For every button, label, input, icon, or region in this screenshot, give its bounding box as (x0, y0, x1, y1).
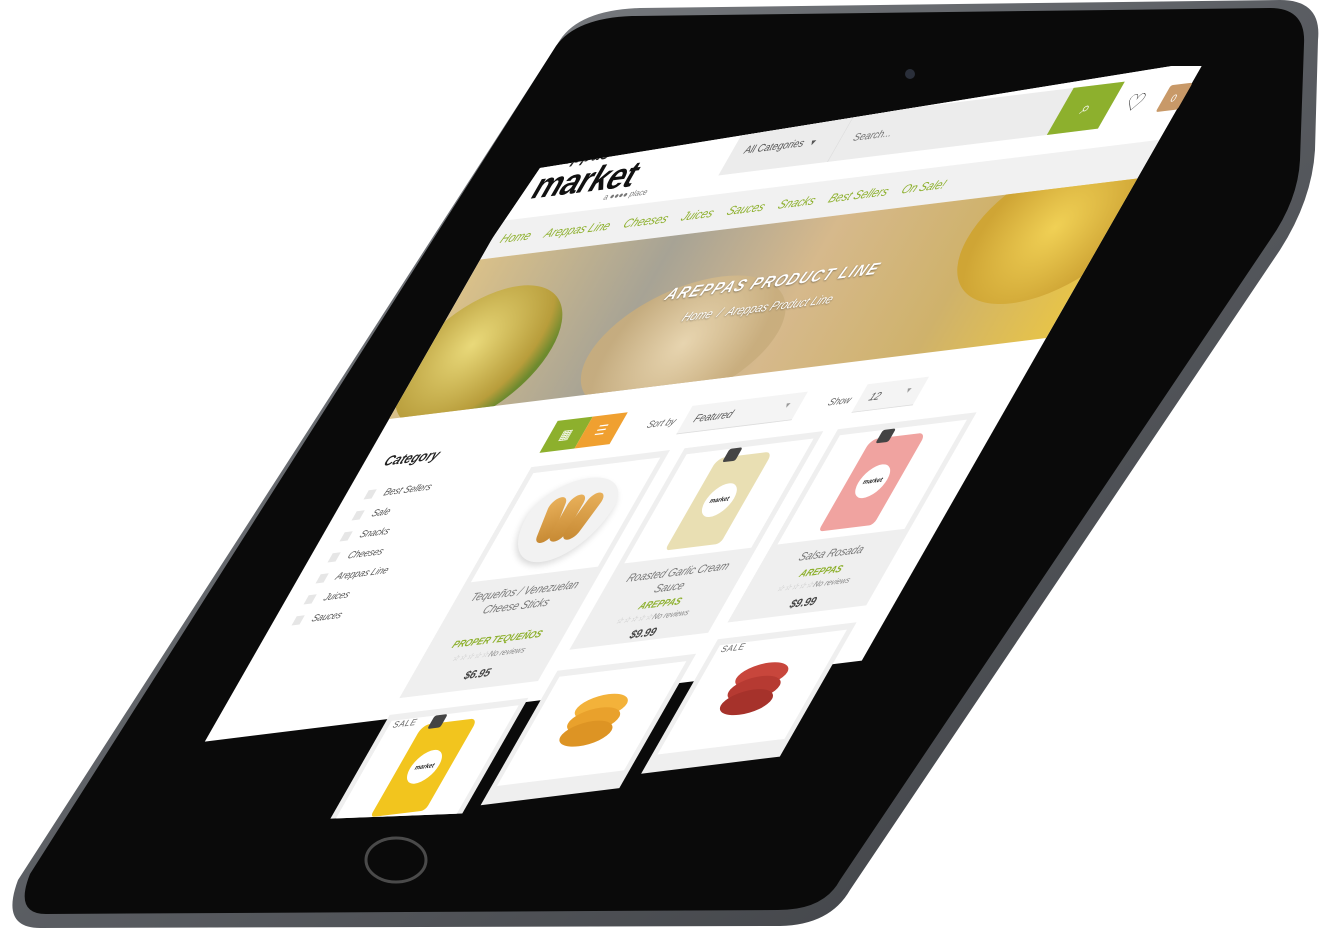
tequenos-image (497, 472, 634, 568)
checkbox[interactable] (291, 614, 306, 626)
product-name[interactable]: Tequeños / Venezuelan Cheese Sticks (443, 574, 599, 621)
pouch-label: market (848, 462, 897, 500)
nav-juices[interactable]: Juices (678, 206, 717, 224)
product-card[interactable]: SALE (641, 622, 857, 774)
list-view-icon: ☰ (591, 423, 611, 439)
category-dropdown-label: All Categories (741, 136, 808, 157)
header-icons: ♡ 0 (1118, 82, 1193, 118)
checkbox[interactable] (363, 488, 378, 500)
reviews-text: No reviews (486, 645, 528, 660)
tablet-device: areppas market a ●●●● place All Categori… (0, 0, 1322, 931)
checkbox[interactable] (327, 551, 342, 563)
category-label: Sale (369, 505, 394, 520)
caret-down-icon: ▼ (782, 400, 794, 410)
caret-down-icon: ▼ (903, 385, 915, 395)
product-image[interactable] (657, 629, 847, 755)
star-rating-icon: ☆☆☆☆☆ (613, 612, 656, 627)
sort-select[interactable]: Featured ▼ (676, 391, 808, 435)
arepa-disc (713, 686, 780, 718)
camera-icon (905, 69, 915, 79)
heart-icon[interactable]: ♡ (1118, 88, 1152, 118)
salsa-rosada-pouch-image: market (818, 428, 927, 532)
checkbox[interactable] (351, 509, 366, 521)
pouch-cap (427, 713, 448, 730)
category-label: Areppas Line (333, 563, 392, 583)
sidebar-title: Category (380, 446, 444, 470)
red-arepas-image (690, 649, 814, 735)
shopping-bag-icon[interactable]: 0 (1155, 82, 1193, 113)
product-image[interactable]: market (329, 705, 519, 828)
show-value: 12 (866, 389, 885, 404)
checkbox[interactable] (315, 572, 330, 584)
star-rating-icon: ☆☆☆☆☆ (774, 580, 817, 595)
checkbox[interactable] (339, 530, 354, 542)
nav-areppas-line[interactable]: Areppas Line (541, 218, 614, 240)
reviews-text: No reviews (810, 575, 853, 590)
arepa-disc (553, 717, 619, 750)
category-label: Sauces (309, 608, 346, 625)
star-rating-icon: ☆☆☆☆☆ (449, 650, 492, 664)
category-label: Juices (321, 588, 353, 604)
nav-snacks[interactable]: Snacks (775, 193, 819, 212)
orange-arepas-image (530, 681, 654, 767)
pouch-cap (875, 428, 897, 444)
show-label: Show (825, 393, 855, 409)
nav-home[interactable]: Home (498, 228, 535, 246)
pouch-cap (721, 447, 743, 463)
yellow-pouch-image: market (369, 713, 479, 818)
sort-label: Sort by (644, 415, 679, 431)
nav-best-sellers[interactable]: Best Sellers (826, 184, 893, 205)
category-label: Snacks (357, 524, 393, 541)
reviews-text: No reviews (649, 608, 692, 622)
nav-on-sale[interactable]: On Sale! (899, 177, 950, 197)
nav-cheeses[interactable]: Cheeses (620, 211, 671, 231)
grid-view-icon: ▦ (556, 427, 576, 443)
garlic-sauce-pouch-image: market (664, 447, 774, 551)
checkbox[interactable] (303, 593, 318, 605)
nav-sauces[interactable]: Sauces (724, 199, 769, 218)
pouch-label: market (400, 748, 449, 786)
show-select[interactable]: 12 ▼ (851, 376, 930, 413)
search-icon: ⌕ (1076, 98, 1096, 118)
caret-down-icon: ▼ (806, 138, 819, 149)
category-label: Best Sellers (381, 480, 435, 499)
sort-value: Featured (691, 407, 737, 425)
pouch-label: market (695, 481, 744, 519)
category-label: Cheeses (345, 545, 387, 562)
